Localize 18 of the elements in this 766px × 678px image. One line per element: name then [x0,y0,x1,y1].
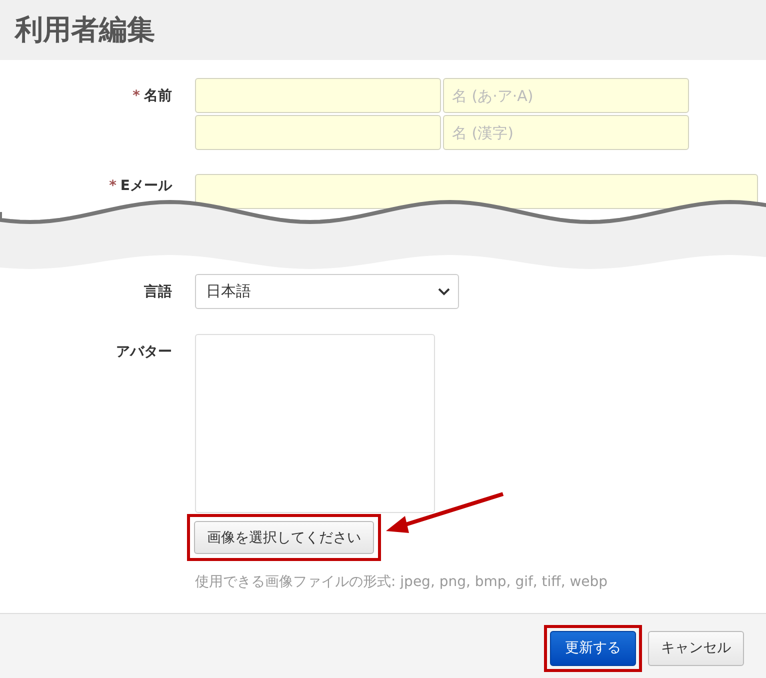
field-label: * 名前 [132,87,172,106]
chevron-down-icon [438,288,450,296]
input-field[interactable]: 名 (漢字) [443,115,689,150]
field-label: * Eメール [109,177,172,195]
required-mark: * [132,88,140,104]
input-field[interactable] [195,78,441,113]
field-label: 言語 [144,282,172,302]
cancel-button[interactable]: キャンセル [648,630,744,666]
page-title: 利用者編集 [15,12,155,48]
update-button[interactable]: 更新する [550,630,636,666]
input-field[interactable]: 名 (あ·ア·A) [443,78,689,113]
input-field[interactable] [195,115,441,150]
select-image-button[interactable]: 画像を選択してください [194,521,374,554]
field-label: アバター [116,343,172,362]
hint-text: 使用できる画像ファイルの形式: jpeg, png, bmp, gif, tiff, webp [195,573,609,591]
required-mark: * [109,178,116,194]
language-select[interactable]: 日本語 [195,274,459,309]
email-field[interactable] [195,174,758,209]
